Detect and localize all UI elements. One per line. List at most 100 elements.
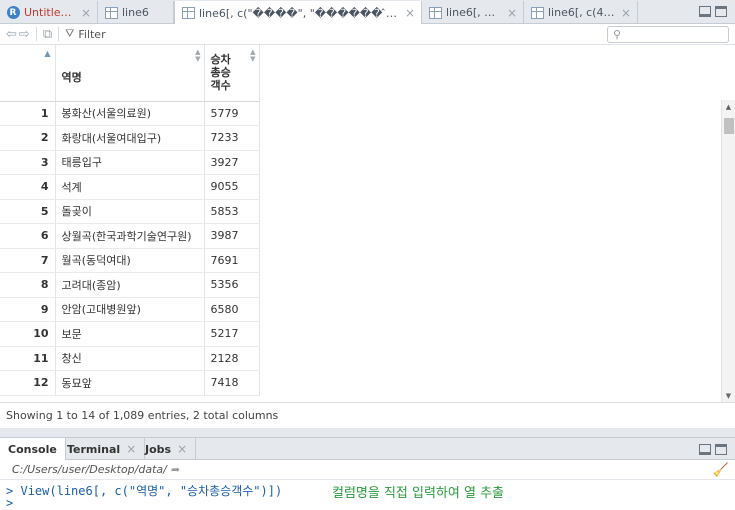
filter-button[interactable]: ⛛ Filter xyxy=(65,27,106,41)
search-icon: ⚲ xyxy=(613,28,622,41)
close-icon[interactable]: × xyxy=(126,442,136,456)
tab-label: Untitled1* xyxy=(24,6,75,19)
close-icon[interactable]: × xyxy=(177,442,187,456)
sort-asc-icon: ▲ xyxy=(44,49,51,58)
entries-summary: Showing 1 to 14 of 1,089 entries, 2 tota… xyxy=(6,409,279,422)
pane-splitter[interactable] xyxy=(0,428,735,437)
passenger-count-cell: 6580 xyxy=(204,297,260,322)
passenger-count-cell: 2128 xyxy=(204,346,260,371)
console-tab-strip: Console Terminal × Jobs × xyxy=(0,437,735,461)
data-table: ▲ 역명 ▲ ▼ 승차 총승 객수 ▲ ▼ 1 봉화산(서울의료원) 5779 2 화랑대(… xyxy=(0,45,260,396)
table-row[interactable]: 2 화랑대(서울여대입구) 7233 xyxy=(0,125,260,151)
tab-label: Console xyxy=(8,443,57,456)
passenger-count-cell: 5217 xyxy=(204,321,260,347)
popout-icon[interactable]: ⧉ xyxy=(43,27,52,42)
tab-console[interactable]: Console xyxy=(0,438,66,461)
tab-untitled1[interactable]: R Untitled1* × xyxy=(0,1,98,24)
passenger-count-cell: 3927 xyxy=(204,150,260,175)
table-row[interactable]: 9 안암(고대병원앞) 6580 xyxy=(0,297,260,322)
search-input[interactable] xyxy=(624,29,725,40)
minimize-icon[interactable] xyxy=(699,444,711,455)
table-row[interactable]: 12 동묘앞 7418 xyxy=(0,370,260,396)
grid-icon xyxy=(428,6,442,20)
close-icon[interactable]: × xyxy=(621,6,631,20)
station-name-cell: 상월곡(한국과학기술연구원) xyxy=(55,223,205,249)
console-output[interactable]: > View(line6[, c("역명", "승차총승객수")]) 컬럼명을 … xyxy=(0,480,735,510)
row-index: 1 xyxy=(0,101,56,126)
row-index: 4 xyxy=(0,174,56,200)
broom-icon[interactable]: 🧹 xyxy=(713,463,729,478)
forward-arrow-icon[interactable]: ⇨ xyxy=(19,27,30,42)
table-row[interactable]: 8 고려대(종암) 5356 xyxy=(0,272,260,298)
table-row[interactable]: 11 창신 2128 xyxy=(0,346,260,371)
tab-jobs[interactable]: Jobs × xyxy=(137,438,197,460)
back-arrow-icon[interactable]: ⇦ xyxy=(6,27,17,42)
status-bar: Showing 1 to 14 of 1,089 entries, 2 tota… xyxy=(0,402,735,428)
close-icon[interactable]: × xyxy=(81,6,91,20)
console-prompt: > xyxy=(6,496,14,510)
passenger-count-cell: 7418 xyxy=(204,370,260,396)
station-name-cell: 태릉입구 xyxy=(55,150,205,175)
tab-label: Jobs xyxy=(145,442,172,456)
table-row[interactable]: 4 석계 9055 xyxy=(0,174,260,200)
scroll-up-icon[interactable]: ▲ xyxy=(722,100,735,113)
column-header-passengers[interactable]: 승차 총승 객수 ▲ ▼ xyxy=(204,45,260,102)
station-name-cell: 돌곶이 xyxy=(55,199,205,224)
tab-line6-range[interactable]: line6[, 4:6] × xyxy=(422,1,524,24)
row-index: 9 xyxy=(0,297,56,322)
search-box[interactable]: ⚲ xyxy=(607,26,729,43)
index-column-header[interactable]: ▲ xyxy=(0,45,56,102)
column-header-label-line: 총승 xyxy=(210,66,231,80)
passenger-count-cell: 5779 xyxy=(204,101,260,126)
station-name-cell: 보문 xyxy=(55,321,205,347)
editor-tab-strip: R Untitled1* × line6 line6[, c("����", "… xyxy=(0,0,735,25)
row-index: 2 xyxy=(0,125,56,151)
sort-icon: ▲ ▼ xyxy=(195,48,201,63)
table-row[interactable]: 5 돌곶이 5853 xyxy=(0,199,260,224)
row-index: 6 xyxy=(0,223,56,249)
funnel-icon: ⛛ xyxy=(65,27,75,40)
maximize-icon[interactable] xyxy=(715,444,727,455)
tab-label: line6[, c("����", "������ ̂°��... xyxy=(199,6,399,20)
close-icon[interactable]: × xyxy=(405,6,415,20)
station-name-cell: 화랑대(서울여대입구) xyxy=(55,125,205,151)
filter-label: Filter xyxy=(78,27,106,41)
header-row: ▲ 역명 ▲ ▼ 승차 총승 객수 ▲ ▼ xyxy=(0,45,260,102)
goto-directory-icon[interactable]: ➦ xyxy=(171,463,180,476)
station-name-cell: 봉화산(서울의료원) xyxy=(55,101,205,126)
tab-label: line6[, c(4, 6)] xyxy=(548,6,615,19)
table-row[interactable]: 6 상월곡(한국과학기술연구원) 3987 xyxy=(0,223,260,249)
row-index: 5 xyxy=(0,199,56,224)
scroll-down-icon[interactable]: ▼ xyxy=(722,389,735,402)
console-window-controls xyxy=(699,444,727,455)
table-row[interactable]: 1 봉화산(서울의료원) 5779 xyxy=(0,101,260,126)
row-index: 7 xyxy=(0,248,56,273)
row-index: 3 xyxy=(0,150,56,175)
scroll-thumb[interactable] xyxy=(724,118,734,134)
tab-line6[interactable]: line6 xyxy=(98,1,174,24)
maximize-icon[interactable] xyxy=(715,6,727,17)
close-icon[interactable]: × xyxy=(507,6,517,20)
tab-line6-columns[interactable]: line6[, c("����", "������ ̂°��... × xyxy=(174,1,422,25)
station-name-cell: 창신 xyxy=(55,346,205,371)
data-grid: ▲ 역명 ▲ ▼ 승차 총승 객수 ▲ ▼ 1 봉화산(서울의료원) 5779 2 화랑대(… xyxy=(0,45,735,402)
minimize-icon[interactable] xyxy=(699,6,711,17)
tab-line6-vector[interactable]: line6[, c(4, 6)] × xyxy=(524,1,638,24)
column-header-label-line: 객수 xyxy=(210,79,231,93)
table-row[interactable]: 10 보문 5217 xyxy=(0,321,260,347)
table-row[interactable]: 3 태릉입구 3927 xyxy=(0,150,260,175)
column-header-station[interactable]: 역명 ▲ ▼ xyxy=(55,45,205,102)
table-row[interactable]: 7 월곡(동덕여대) 7691 xyxy=(0,248,260,273)
row-index: 12 xyxy=(0,370,56,396)
grid-icon xyxy=(530,6,544,20)
console-input-line[interactable]: > xyxy=(6,496,13,510)
annotation-text: 컬럼명을 직접 입력하여 열 추출 xyxy=(332,486,505,501)
passenger-count-cell: 7233 xyxy=(204,125,260,151)
passenger-count-cell: 7691 xyxy=(204,248,260,273)
station-name-cell: 안암(고대병원앞) xyxy=(55,297,205,322)
editor-window-controls xyxy=(699,6,727,17)
passenger-count-cell: 9055 xyxy=(204,174,260,200)
sort-icon: ▲ ▼ xyxy=(250,48,256,63)
vertical-scrollbar[interactable]: ▲ ▼ xyxy=(721,100,735,402)
tab-terminal[interactable]: Terminal × xyxy=(59,438,146,460)
